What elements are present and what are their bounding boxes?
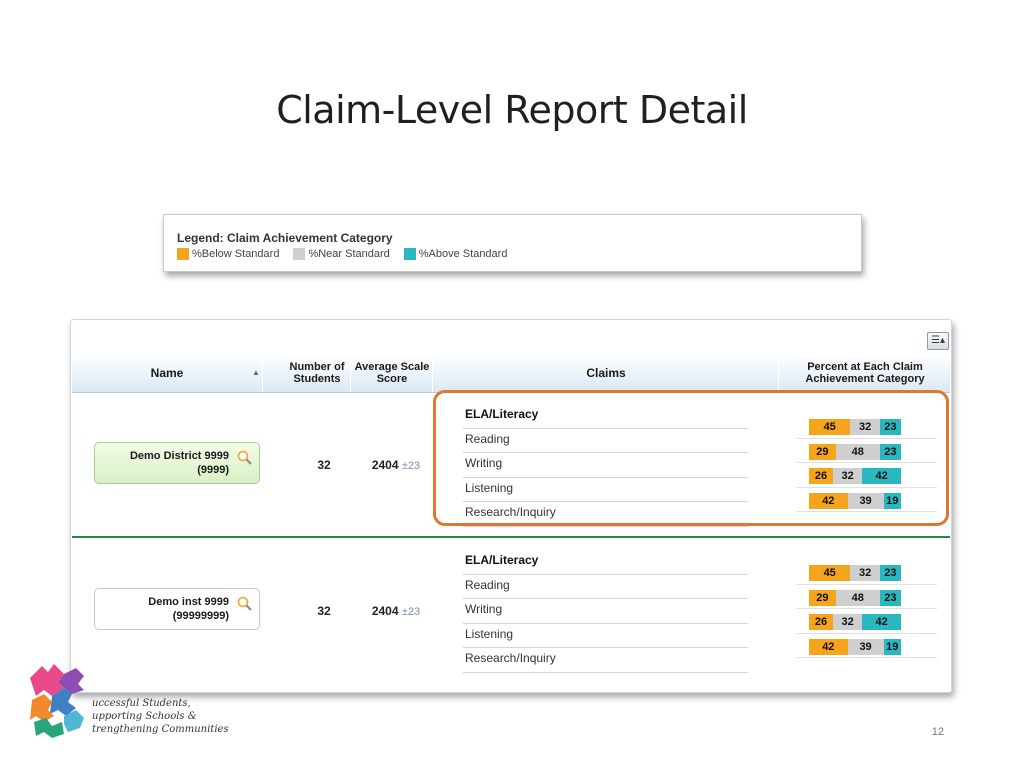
stacked-bar-row: 26 32 42 [797, 609, 937, 634]
table-header: Name ▲ Number of Students Average Scale … [72, 354, 950, 393]
column-header-percent: Percent at Each Claim Achievement Catego… [780, 354, 950, 392]
tagline-line: upporting Schools & [92, 711, 197, 722]
above-segment: 19 [883, 638, 901, 655]
legend-item-near: %Near Standard [293, 248, 390, 260]
column-header-students: Number of Students [284, 354, 351, 392]
stacked-bar-row: 29 48 23 [797, 585, 937, 609]
tagline: uccessful Students, upporting Schools & … [92, 697, 229, 736]
legend-label: %Near Standard [308, 248, 390, 260]
below-segment: 26 [809, 614, 833, 630]
header-label: Claims [586, 366, 626, 380]
stacked-bar: 42 39 19 [809, 638, 901, 655]
claim-name: Listening [463, 624, 748, 648]
stacked-bar: 29 48 23 [809, 589, 901, 606]
below-segment: 42 [809, 638, 848, 655]
entity-id: (9999) [197, 464, 229, 476]
near-segment: 39 [847, 638, 884, 655]
near-swatch [293, 248, 306, 260]
above-segment: 23 [879, 565, 901, 581]
legend-label: %Below Standard [192, 248, 280, 260]
score-error: ±23 [401, 460, 421, 472]
stacked-bar-row: 42 39 19 [797, 634, 937, 658]
claims-highlight-annotation [433, 390, 949, 526]
score-value: 2404 [371, 604, 399, 618]
column-header-avg: Average Scale Score [352, 354, 433, 392]
district-name-button[interactable]: Demo District 9999 (9999) [94, 442, 260, 484]
stacked-bar: 26 32 42 [809, 614, 901, 630]
institution-name-button[interactable]: Demo inst 9999 (99999999) [94, 588, 260, 630]
score-value: 2404 [371, 458, 399, 472]
entity-id: (99999999) [172, 610, 229, 622]
sort-ascending-icon[interactable]: ▲ [252, 367, 260, 379]
header-label: Number of Students [289, 361, 345, 385]
students-count: 32 [317, 458, 331, 472]
below-swatch [177, 248, 189, 260]
claim-name: Reading [463, 575, 748, 599]
near-segment: 48 [835, 589, 880, 606]
stacked-bar: 45 32 23 [809, 565, 901, 581]
percent-bars: 45 32 23 29 48 23 26 32 42 42 39 19 [797, 560, 937, 658]
students-count: 32 [317, 604, 331, 618]
column-header-name[interactable]: Name ▲ [72, 354, 263, 392]
below-segment: 45 [809, 565, 851, 581]
page-number: 12 [931, 726, 944, 738]
legend-item-below: %Below Standard [177, 248, 279, 260]
above-segment: 42 [862, 614, 901, 630]
puzzle-logo-icon [30, 664, 84, 738]
header-label: Average Scale Score [354, 361, 430, 385]
table-row: Demo inst 9999 (99999999) 32 2404 ±23 EL… [72, 544, 950, 684]
below-segment: 29 [809, 589, 836, 606]
score-error: ±23 [401, 606, 421, 618]
claim-name: Research/Inquiry [463, 648, 748, 673]
claim-name: ELA/Literacy [463, 550, 748, 575]
legend-title: Legend: Claim Achievement Category [177, 231, 393, 245]
legend-label: %Above Standard [418, 248, 508, 260]
average-score: 2404 ±23 [361, 604, 431, 618]
claim-name: Writing [463, 599, 748, 624]
entity-name: Demo District 9999 [129, 450, 229, 462]
near-segment: 32 [850, 565, 880, 581]
header-label: Name [150, 366, 184, 380]
above-segment: 23 [879, 589, 901, 606]
legend-panel: Legend: Claim Achievement Category %Belo… [163, 214, 862, 272]
tagline-line: uccessful Students, [92, 698, 191, 709]
column-header-claims: Claims [434, 354, 779, 392]
magnifier-icon[interactable] [237, 596, 253, 612]
stacked-bar-row: 45 32 23 [797, 560, 937, 585]
legend-item-above: %Above Standard [403, 248, 508, 260]
magnifier-icon[interactable] [237, 450, 253, 466]
entity-name: Demo inst 9999 [148, 596, 229, 608]
row-divider [72, 536, 950, 538]
header-label: Percent at Each Claim Achievement Catego… [805, 361, 925, 385]
slide-title: Claim-Level Report Detail [276, 88, 748, 132]
average-score: 2404 ±23 [361, 458, 431, 472]
above-swatch [403, 248, 416, 260]
list-menu-icon[interactable]: ☰▴ [927, 332, 949, 350]
tagline-line: trengthening Communities [92, 724, 229, 735]
near-segment: 32 [832, 614, 863, 630]
claims-list: ELA/Literacy Reading Writing Listening R… [463, 550, 748, 673]
